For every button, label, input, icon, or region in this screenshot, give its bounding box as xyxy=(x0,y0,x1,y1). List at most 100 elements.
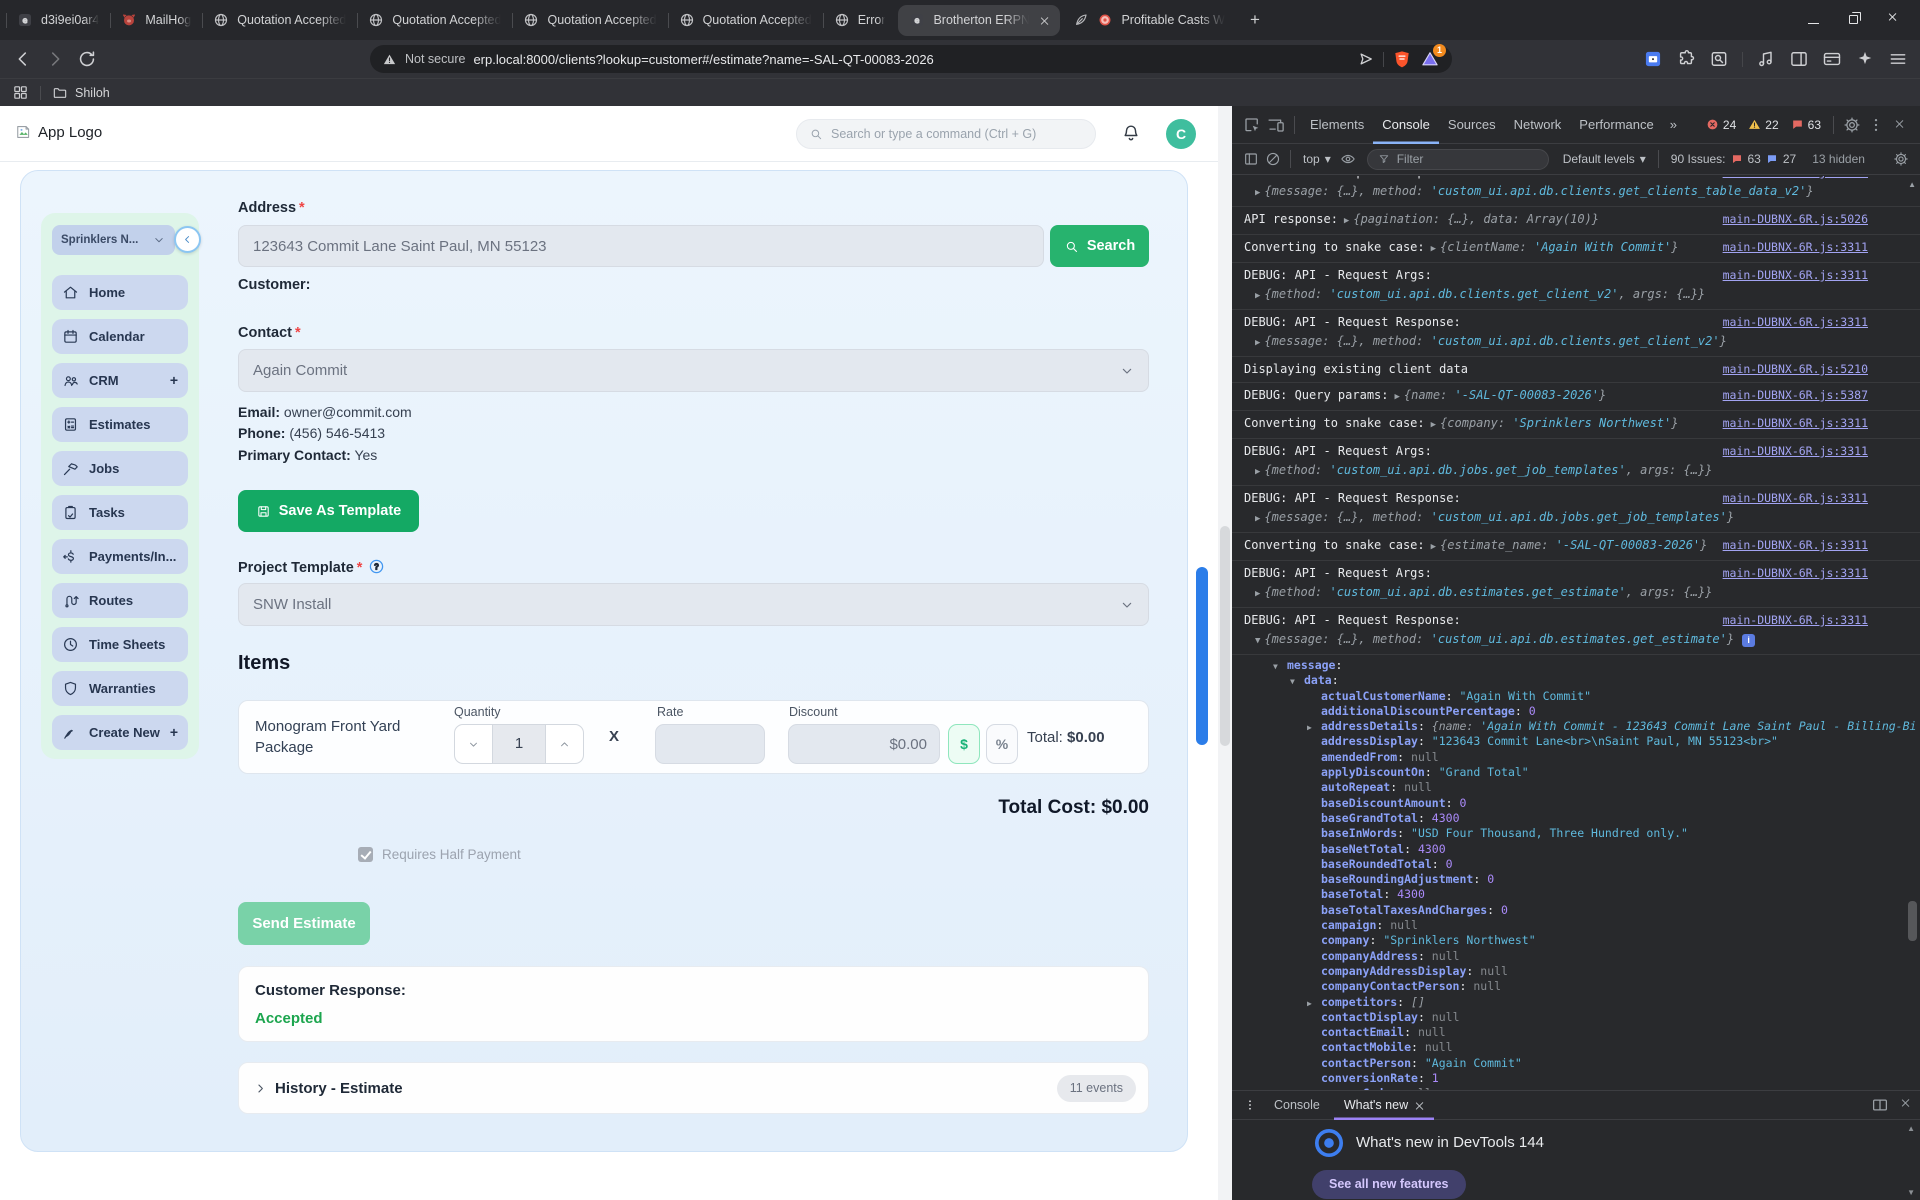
tree-property-row[interactable]: contactDisplay: null xyxy=(1246,1010,1920,1025)
quantity-value[interactable]: 1 xyxy=(492,725,546,763)
page-scrollbar-thumb[interactable] xyxy=(1220,526,1230,746)
object-preview[interactable]: ▶ {message: {…}, method: 'custom_ui.api.d… xyxy=(1244,507,1770,528)
source-link[interactable]: main-DUBNX-6R.js:3311 xyxy=(1723,444,1868,458)
devtools-close-icon[interactable] xyxy=(1888,113,1912,137)
tree-property-row[interactable]: baseRoundingAdjustment: 0 xyxy=(1246,872,1920,887)
disclosure-icon[interactable]: ▶ xyxy=(1307,996,1321,1011)
quantity-decrease-button[interactable] xyxy=(455,725,492,763)
console-row[interactable]: Converting to snake case: ▶ {clientName: … xyxy=(1232,235,1920,263)
source-link[interactable]: main-DUBNX-6R.js:3311 xyxy=(1723,613,1868,627)
sidebar-item[interactable]: Payments/In... xyxy=(52,539,188,574)
sidebar-item[interactable]: Estimates xyxy=(52,407,188,442)
inner-scrollbar-thumb[interactable] xyxy=(1196,567,1208,745)
console-row[interactable]: DEBUG: API - Request Response: ▶{message… xyxy=(1232,176,1920,207)
kebab-menu-icon[interactable] xyxy=(1864,113,1888,137)
object-preview[interactable]: ▶ {method: 'custom_ui.api.db.jobs.get_job… xyxy=(1244,460,1770,481)
contact-select[interactable]: Again Commit xyxy=(238,349,1149,392)
inspect-element-icon[interactable] xyxy=(1240,113,1264,137)
tree-property-row[interactable]: actualCustomerName: "Again With Commit" xyxy=(1246,689,1920,704)
tree-property-row[interactable]: ▶ addressDetails: {name: 'Again With Comm… xyxy=(1246,719,1920,734)
context-selector[interactable]: top ▾ xyxy=(1303,152,1331,166)
half-payment-checkbox[interactable] xyxy=(358,847,373,862)
project-template-select[interactable]: SNW Install xyxy=(238,583,1149,626)
tree-property-row[interactable]: amendedFrom: null xyxy=(1246,750,1920,765)
browser-tab[interactable]: Quotation Accepted xyxy=(667,0,823,40)
console-row[interactable]: DEBUG: API - Request Response: ▶{message… xyxy=(1232,486,1920,533)
sidebar-item[interactable]: CRM + xyxy=(52,363,188,398)
drawer-kebab-icon[interactable] xyxy=(1240,1095,1260,1115)
source-link[interactable]: main-DUBNX-6R.js:3311 xyxy=(1723,315,1868,329)
disclosure-icon[interactable]: ▶ xyxy=(1255,589,1260,599)
object-preview[interactable]: ▶ {method: 'custom_ui.api.db.clients.get_… xyxy=(1244,284,1770,305)
see-all-features-button[interactable]: See all new features xyxy=(1312,1170,1466,1199)
tree-property-row[interactable]: conversionRate: 1 xyxy=(1246,1071,1920,1086)
tab-close-icon[interactable] xyxy=(1039,15,1049,25)
object-preview[interactable]: ▶ {pagination: {…}, data: Array(10)} xyxy=(1344,211,1599,230)
extensions-puzzle-icon[interactable] xyxy=(1676,49,1696,69)
object-preview[interactable]: ▶ {message: {…}, method: 'custom_ui.api.d… xyxy=(1244,331,1770,352)
console-settings-gear-icon[interactable] xyxy=(1890,148,1912,170)
tree-property-row[interactable]: baseGrandTotal: 4300 xyxy=(1246,811,1920,826)
tree-property-row[interactable]: ▼ message: xyxy=(1246,658,1920,673)
tree-property-row[interactable]: baseRoundedTotal: 0 xyxy=(1246,857,1920,872)
browser-tab[interactable]: Quotation Accepted xyxy=(512,0,667,40)
side-panel-icon[interactable] xyxy=(1789,49,1809,69)
tree-property-row[interactable]: companyAddress: null xyxy=(1246,949,1920,964)
disclosure-icon[interactable]: ▶ xyxy=(1307,720,1321,735)
window-minimize-button[interactable] xyxy=(1808,11,1819,29)
sidebar-item[interactable]: Calendar xyxy=(52,319,188,354)
source-link[interactable]: main-DUBNX-6R.js:3311 xyxy=(1723,538,1868,552)
sidebar-item[interactable]: Routes xyxy=(52,583,188,618)
source-link[interactable]: main-DUBNX-6R.js:3311 xyxy=(1723,268,1868,282)
app-logo[interactable]: App Logo xyxy=(14,122,102,142)
clear-console-icon[interactable] xyxy=(1262,148,1284,170)
console-row[interactable]: Converting to snake case: ▶ {estimate_nam… xyxy=(1232,533,1920,561)
browser-tab[interactable]: MailHog xyxy=(110,0,202,40)
tree-property-row[interactable]: baseNetTotal: 4300 xyxy=(1246,842,1920,857)
drawer-tab-close-icon[interactable] xyxy=(1415,1101,1424,1110)
drawer-tab-whats-new[interactable]: What's new xyxy=(1334,1090,1434,1120)
tree-property-row[interactable]: companyContactPerson: null xyxy=(1246,979,1920,994)
object-preview[interactable]: ▶ {name: '-SAL-QT-00083-2026'} xyxy=(1395,387,1607,406)
object-preview[interactable]: ▶ {company: 'Sprinklers Northwest'} xyxy=(1431,415,1679,434)
drawer-scroll-down-icon[interactable]: ▼ xyxy=(1907,1188,1915,1197)
browser-tab[interactable]: Profitable Casts W xyxy=(1062,0,1236,40)
disclosure-icon[interactable]: ▼ xyxy=(1290,674,1304,689)
leo-ai-icon[interactable] xyxy=(1855,49,1875,69)
source-link[interactable]: main-DUBNX-6R.js:3311 xyxy=(1723,176,1868,179)
source-link[interactable]: main-DUBNX-6R.js:5026 xyxy=(1723,212,1868,226)
tree-property-row[interactable]: company: "Sprinklers Northwest" xyxy=(1246,933,1920,948)
send-estimate-button[interactable]: Send Estimate xyxy=(238,902,370,945)
tree-property-row[interactable]: addressDisplay: "123643 Commit Lane<br>\… xyxy=(1246,734,1920,749)
browser-tab[interactable]: Quotation Accepted xyxy=(357,0,512,40)
devtools-tab[interactable]: Console xyxy=(1373,106,1439,144)
disclosure-icon[interactable]: ▶ xyxy=(1255,338,1260,348)
tree-property-row[interactable]: campaign: null xyxy=(1246,918,1920,933)
split-panel-icon[interactable] xyxy=(1871,1096,1889,1114)
tree-property-row[interactable]: baseInWords: "USD Four Thousand, Three H… xyxy=(1246,826,1920,841)
message-count[interactable]: 63 xyxy=(1791,118,1821,132)
console-row[interactable]: DEBUG: Query params: ▶ {name: '-SAL-QT-00… xyxy=(1232,383,1920,411)
info-icon[interactable]: i xyxy=(1742,634,1756,647)
help-question-icon[interactable]: ? xyxy=(368,558,385,575)
tree-property-row[interactable]: baseTotal: 4300 xyxy=(1246,887,1920,902)
source-link[interactable]: main-DUBNX-6R.js:3311 xyxy=(1723,491,1868,505)
object-preview[interactable]: ▼ {message: {…}, method: 'custom_ui.api.d… xyxy=(1244,629,1770,650)
object-preview[interactable]: ▶ {clientName: 'Again With Commit'} xyxy=(1431,239,1679,258)
discount-dollar-toggle[interactable]: $ xyxy=(948,724,980,764)
tree-property-row[interactable]: additionalDiscountPercentage: 0 xyxy=(1246,704,1920,719)
drawer-close-icon[interactable] xyxy=(1901,1096,1912,1114)
save-as-template-button[interactable]: Save As Template xyxy=(238,490,419,532)
live-expression-eye-icon[interactable] xyxy=(1337,148,1359,170)
source-link[interactable]: main-DUBNX-6R.js:3311 xyxy=(1723,566,1868,580)
gear-icon[interactable] xyxy=(1840,113,1864,137)
browser-tab[interactable]: e Brotherton ERPN xyxy=(898,4,1061,36)
sidebar-item[interactable]: Warranties xyxy=(52,671,188,706)
more-tabs-icon[interactable]: » xyxy=(1663,117,1684,132)
console-row[interactable]: Displaying existing client data main-DUB… xyxy=(1232,357,1920,383)
history-card[interactable]: History - Estimate 11 events xyxy=(238,1062,1149,1114)
disclosure-icon[interactable]: ▶ xyxy=(1255,291,1260,301)
disclosure-icon[interactable]: ▼ xyxy=(1255,636,1260,646)
disclosure-icon[interactable]: ▶ xyxy=(1395,392,1400,402)
console-row[interactable]: DEBUG: API - Request Response: ▼ {message… xyxy=(1232,608,1920,655)
